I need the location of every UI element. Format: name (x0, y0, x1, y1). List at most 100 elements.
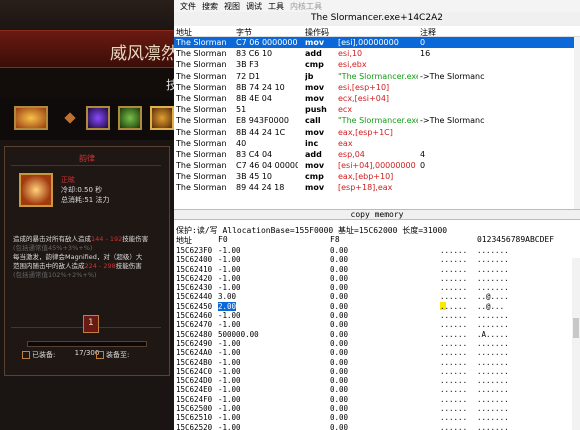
hex-value-f0[interactable]: 2.00 (218, 301, 237, 311)
hex-row[interactable]: 15C62430 -1.00 0.00............. (174, 283, 580, 292)
ascii-left: ...... (440, 273, 468, 283)
hex-value-f8[interactable]: 0.00 (330, 376, 348, 385)
hex-value-f0[interactable]: 500000.00 (218, 330, 259, 339)
hex-value-f0[interactable]: -1.00 (218, 265, 241, 274)
hex-value-f8[interactable]: 0.00 (330, 404, 348, 413)
hex-value-f0[interactable]: -1.00 (218, 376, 241, 385)
hex-row[interactable]: 15C624E0 -1.00 0.00............. (174, 385, 580, 394)
menu-tools[interactable]: 工具 (268, 1, 284, 12)
hex-value-f0[interactable]: -1.00 (218, 283, 241, 292)
hex-value-f0[interactable]: -1.00 (218, 385, 241, 394)
hex-row[interactable]: 15C62510 -1.00 0.00............. (174, 413, 580, 422)
disassembler-row[interactable]: The Slorman 8B 44 24 1C mov eax,[esp+1C] (174, 127, 574, 138)
skill-slot-4-icon[interactable] (150, 106, 174, 130)
hex-row[interactable]: 15C624B0 -1.00 0.00............. (174, 358, 580, 367)
disassembler-row[interactable]: The Slorman 89 44 24 18 mov [esp+18],eax (174, 182, 574, 193)
equipped-button[interactable]: 已装备: (22, 350, 74, 362)
hex-row[interactable]: 15C624F0 -1.00 0.00............. (174, 395, 580, 404)
hex-row[interactable]: 15C62440 3.00 0.00...... ..@.... (174, 292, 580, 301)
disassembler-row[interactable]: The Slorman 83 C4 04 add esp,04 4 (174, 149, 574, 160)
disassembler-list[interactable]: The Slorman C7 06 00000000 mov [esi],000000… (174, 37, 574, 194)
hex-value-f0[interactable]: -1.00 (218, 274, 241, 283)
hex-value-f0[interactable]: -1.00 (218, 246, 241, 255)
hex-value-f0[interactable]: -1.00 (218, 404, 241, 413)
hex-row[interactable]: 15C62460 -1.00 0.00............. (174, 311, 580, 320)
hex-value-f8[interactable]: 0.00 (330, 283, 348, 292)
hex-row[interactable]: 15C624A0 -1.00 0.00............. (174, 348, 580, 357)
hex-value-f0[interactable]: -1.00 (218, 367, 241, 376)
hex-row[interactable]: 15C62480 500000.00 0.00...... .A..... (174, 330, 580, 339)
hex-value-f0[interactable]: -1.00 (218, 339, 241, 348)
hex-row[interactable]: 15C623F0 -1.00 0.00............. (174, 246, 580, 255)
hex-value-f0[interactable]: -1.00 (218, 255, 241, 264)
hex-value-f8[interactable]: 0.00 (330, 348, 348, 357)
hex-value-f0[interactable]: 3.00 (218, 292, 236, 301)
row-operand: esp,04 (338, 149, 365, 159)
hex-row[interactable]: 15C62470 -1.00 0.00............. (174, 320, 580, 329)
skill-slot-3-icon[interactable] (118, 106, 142, 130)
hex-row[interactable]: 15C62400 -1.00 0.00............. (174, 255, 580, 264)
skill-slot-2-icon[interactable] (86, 106, 110, 130)
hex-value-f8[interactable]: 0.00 (330, 395, 348, 404)
hex-value-f0[interactable]: -1.00 (218, 395, 241, 404)
disassembler-row[interactable]: The Slorman 40 inc eax (174, 138, 574, 149)
hex-scrollbar[interactable] (572, 258, 580, 430)
hex-value-f0[interactable]: -1.00 (218, 358, 241, 367)
hex-row[interactable]: 15C62500 -1.00 0.00............. (174, 404, 580, 413)
disassembler-row[interactable]: The Slorman 51 push ecx (174, 104, 574, 115)
hex-value-f8[interactable]: 0.00 (330, 423, 348, 430)
disassembler-row[interactable]: The Slorman 3B 45 10 cmp eax,[ebp+10] (174, 171, 574, 182)
hex-row[interactable]: 15C624C0 -1.00 0.00............. (174, 367, 580, 376)
hex-value-f8[interactable]: 0.00 (330, 339, 348, 348)
disassembler-row[interactable]: The Slorman 8B 74 24 10 mov esi,[esp+10] (174, 82, 574, 93)
disassembler-row[interactable]: The Slorman 8B 4E 04 mov ecx,[esi+04] (174, 93, 574, 104)
hex-value-f8[interactable]: 0.00 (330, 292, 348, 301)
hex-row[interactable]: 15C62420 -1.00 0.00............. (174, 274, 580, 283)
hex-value-f8[interactable]: 0.00 (330, 358, 348, 367)
hex-value-f8[interactable]: 0.00 (330, 265, 348, 274)
hex-value-f0[interactable]: -1.00 (218, 311, 241, 320)
hex-value-f8[interactable]: 0.00 (330, 302, 348, 311)
equip-to-button[interactable]: 装备至: (96, 350, 148, 362)
hex-value-f8[interactable]: 0.00 (330, 274, 348, 283)
disassembler-row[interactable]: The Slorman C7 06 00000000 mov [esi],000000… (174, 37, 574, 49)
menu-view[interactable]: 视图 (224, 1, 240, 12)
disassembler-row[interactable]: The Slorman 72 D1 jb "The Slormancer.exe"+-… (174, 71, 574, 82)
row-opcode: jb (305, 71, 314, 81)
disassembler-row[interactable]: The Slorman E8 943F0000 call "The Slormance… (174, 115, 574, 126)
hex-value-f0[interactable]: -1.00 (218, 423, 241, 430)
hex-address: 15C62520 (176, 422, 213, 430)
menu-search[interactable]: 搜索 (202, 1, 218, 12)
hex-value-f8[interactable]: 0.00 (330, 385, 348, 394)
hex-row[interactable]: 15C624D0 -1.00 0.00............. (174, 376, 580, 385)
menu-kernel-tools[interactable]: 内核工具 (290, 1, 322, 12)
hex-row[interactable]: 15C62490 -1.00 0.00............. (174, 339, 580, 348)
scroll-thumb[interactable] (573, 318, 579, 338)
disassembler-title: The Slormancer.exe+14C2A2 (174, 12, 580, 26)
hex-value-f8[interactable]: 0.00 (330, 320, 348, 329)
hex-value-f8[interactable]: 0.00 (330, 255, 348, 264)
hex-row[interactable]: 15C62520 -1.00 0.00............. (174, 423, 580, 430)
hex-value-f0[interactable]: -1.00 (218, 348, 241, 357)
disassembler-scrollbar[interactable] (574, 37, 580, 209)
hex-view[interactable]: 15C623F0 -1.00 0.00............. 15C62400 -1… (174, 246, 580, 430)
hex-row[interactable]: 15C62410 -1.00 0.00............. (174, 265, 580, 274)
menu-debug[interactable]: 调试 (246, 1, 262, 12)
hex-value-f0[interactable]: -1.00 (218, 413, 241, 422)
hex-value-f0[interactable]: -1.00 (218, 320, 241, 329)
hex-value-f8[interactable]: 0.00 (330, 311, 348, 320)
disassembler-row[interactable]: The Slorman 3B F3 cmp esi,ebx (174, 59, 574, 70)
skill-icon-row (0, 98, 174, 140)
skill-slot-1-icon[interactable] (14, 106, 48, 130)
menu-file[interactable]: 文件 (180, 1, 196, 12)
row-comment: 0 (420, 38, 426, 47)
disassembler-row[interactable]: The Slorman 83 C6 10 add esi,10 16 (174, 48, 574, 59)
hex-row[interactable]: 15C62450 2.00 0.00...... ..@... (174, 301, 580, 311)
hex-value-f8[interactable]: 0.00 (330, 367, 348, 376)
hex-value-f8[interactable]: 0.00 (330, 246, 348, 255)
hex-value-f8[interactable]: 0.00 (330, 413, 348, 422)
disassembler-row[interactable]: The Slorman C7 46 04 00000000 mov [esi+04],… (174, 160, 574, 171)
row-operand: "The Slormancer.exe"+ (338, 71, 418, 81)
hex-value-f8[interactable]: 0.00 (330, 330, 348, 339)
menu-bar: 文件 搜索 视图 调试 工具 内核工具 (174, 0, 580, 12)
